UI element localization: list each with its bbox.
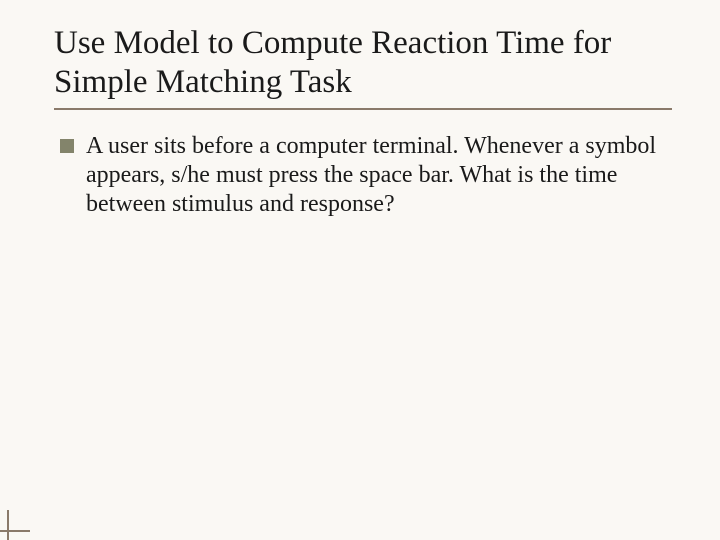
title-underline [54, 108, 672, 110]
list-item: A user sits before a computer terminal. … [54, 132, 672, 220]
bullet-text: A user sits before a computer terminal. … [86, 132, 672, 220]
slide-title: Use Model to Compute Reaction Time for S… [54, 24, 672, 102]
square-bullet-icon [60, 139, 74, 153]
slide: Use Model to Compute Reaction Time for S… [0, 0, 720, 540]
corner-decoration-icon [0, 510, 34, 540]
